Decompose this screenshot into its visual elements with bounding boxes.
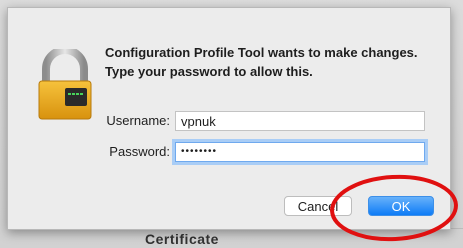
cancel-button[interactable]: Cancel	[284, 196, 352, 216]
lock-icon	[38, 49, 92, 120]
dialog-message: Configuration Profile Tool wants to make…	[105, 45, 418, 79]
username-field[interactable]: vpnuk	[175, 111, 425, 131]
ok-button[interactable]: OK	[368, 196, 434, 216]
password-label: Password:	[109, 144, 170, 159]
authentication-dialog: Configuration Profile Tool wants to make…	[7, 7, 451, 230]
background-certificate-label: Certificate	[145, 231, 219, 247]
password-dots: ••••••••	[181, 146, 218, 157]
username-label: Username:	[106, 113, 170, 128]
